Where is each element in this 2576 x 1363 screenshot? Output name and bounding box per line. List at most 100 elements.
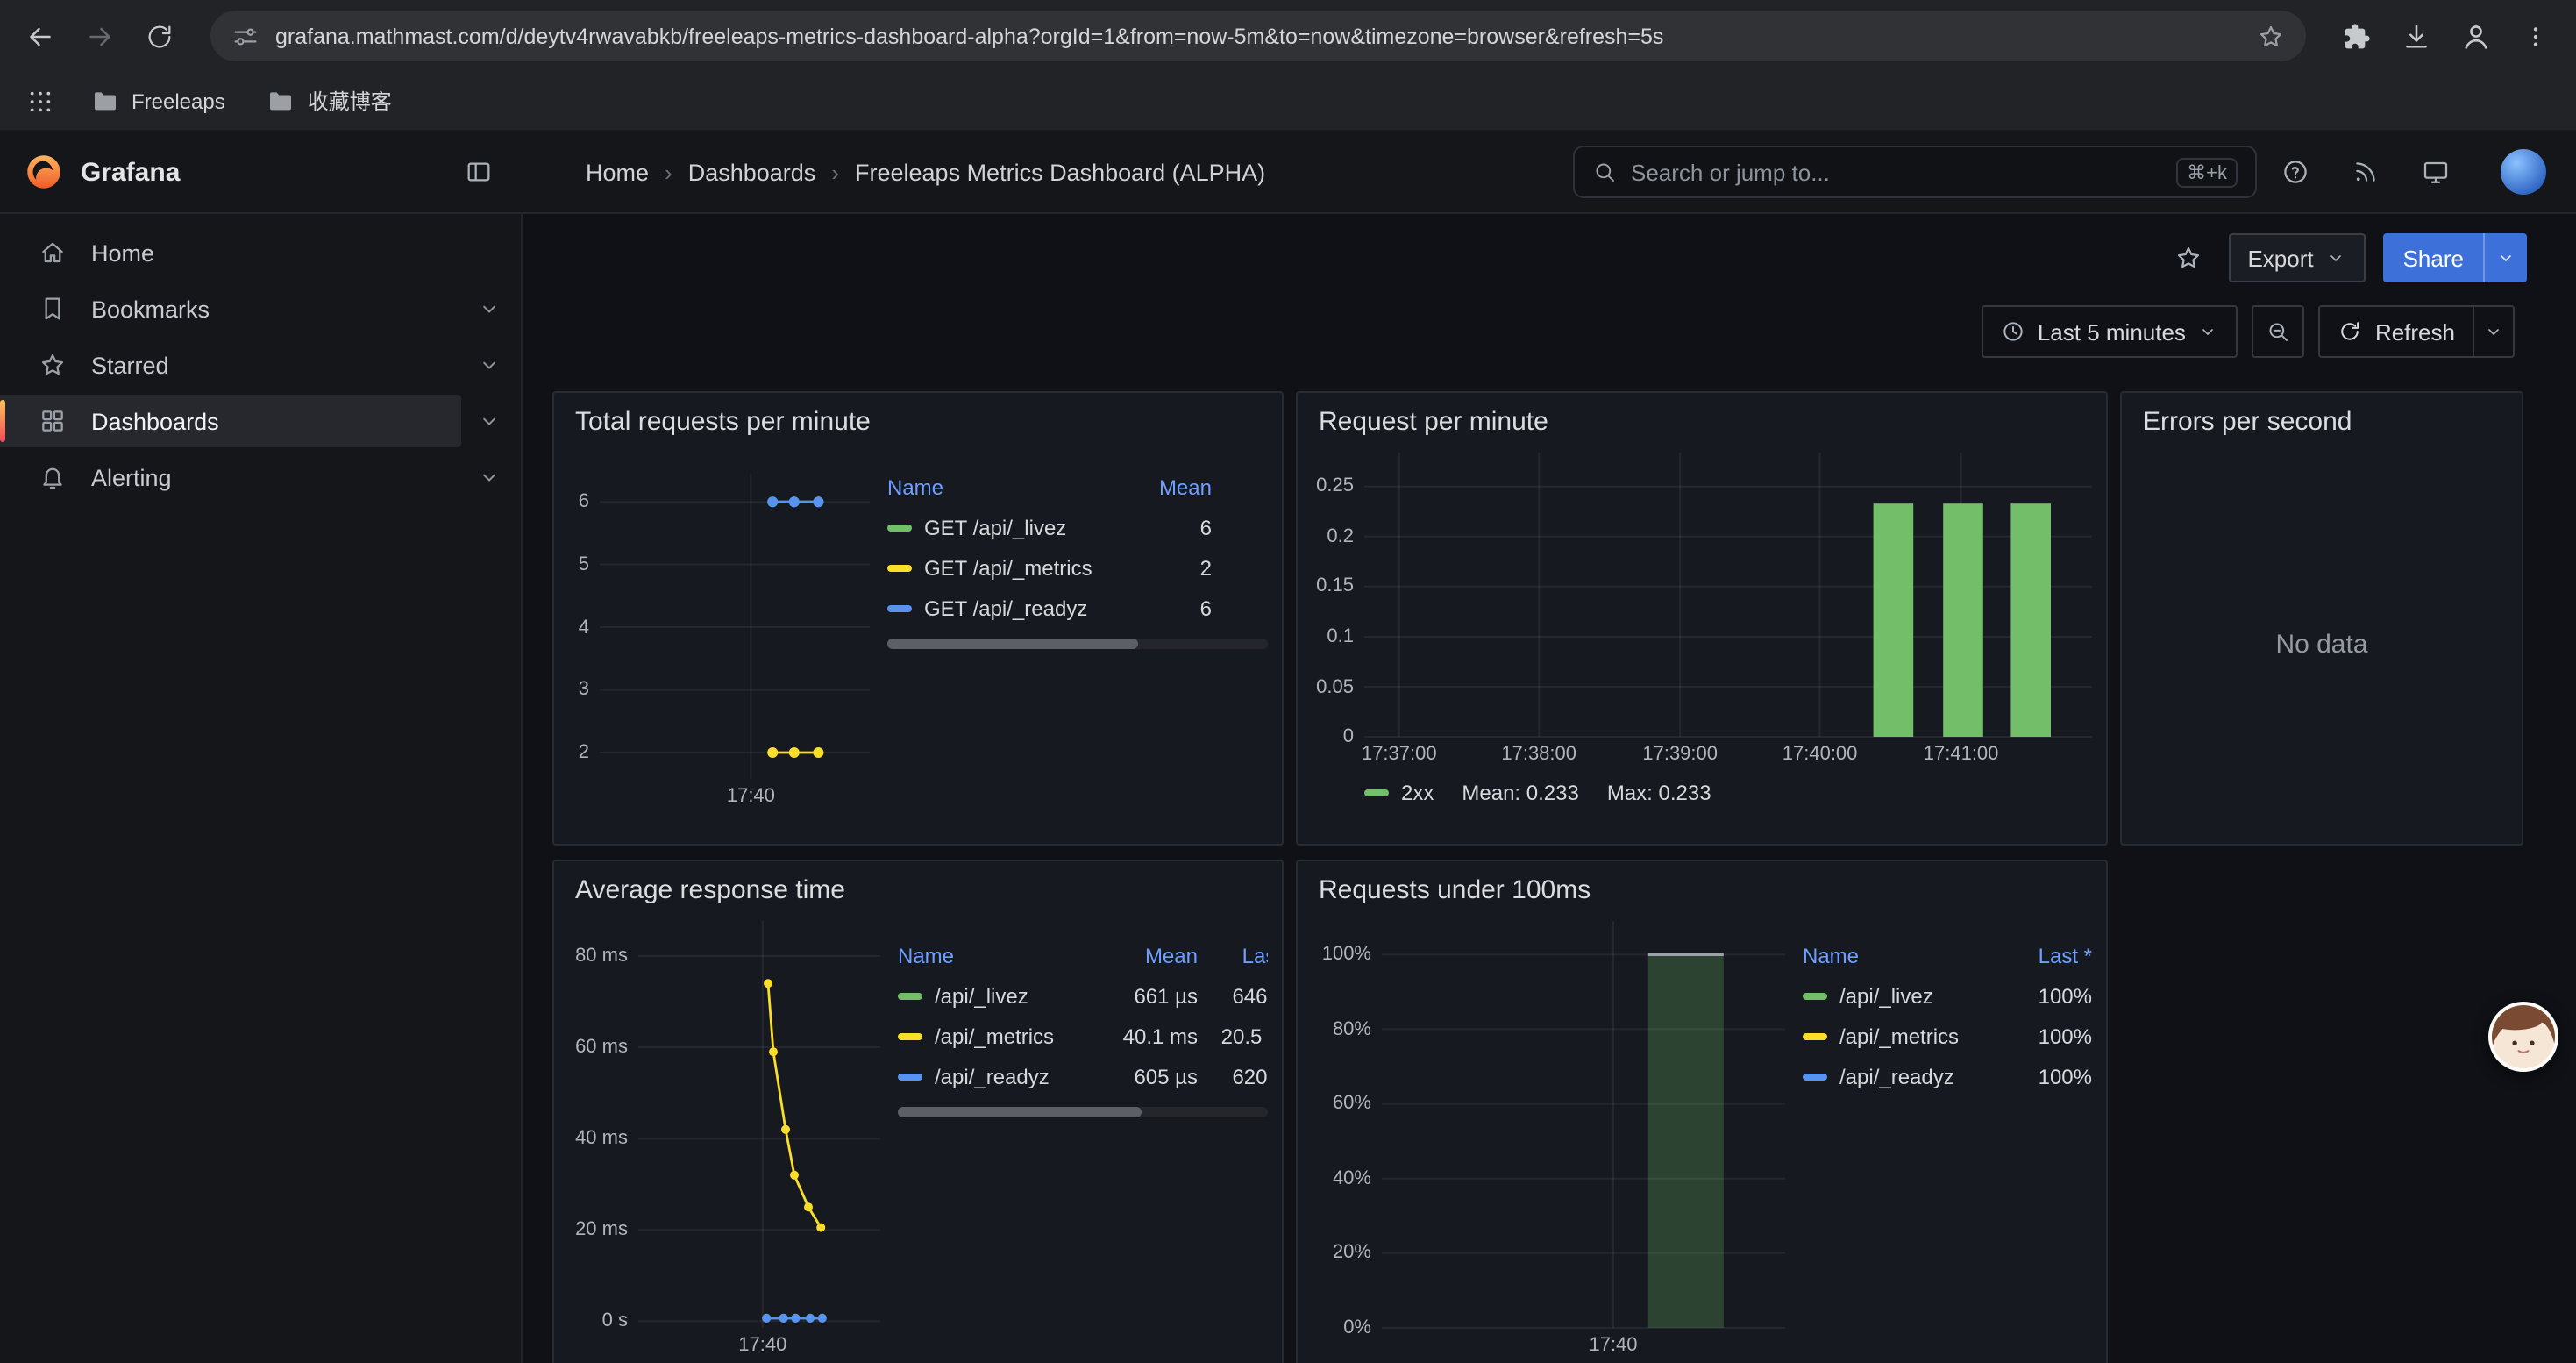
browser-menu-button[interactable] [2509,10,2562,62]
time-range-picker[interactable]: Last 5 minutes [1982,305,2238,358]
forward-button[interactable] [74,10,126,62]
legend-header[interactable]: Name [887,475,1142,499]
extensions-button[interactable] [2330,10,2383,62]
y-axis-tick: 40 ms [568,1126,628,1151]
bookmark-icon [39,295,67,323]
series-name[interactable]: /api/_metrics [935,1024,1054,1048]
display-button[interactable] [2409,146,2462,198]
sidebar-item-bookmarks[interactable]: Bookmarks [0,281,521,337]
export-button[interactable]: Export [2228,233,2366,282]
legend-row[interactable]: GET /api/_readyz6 [887,588,1212,628]
legend-row[interactable]: /api/_readyz100% [1803,1056,2092,1096]
reload-button[interactable] [133,10,186,62]
scrollbar-thumb[interactable] [898,1107,1142,1117]
share-menu-button[interactable] [2483,233,2527,282]
breadcrumb-dashboards[interactable]: Dashboards [688,159,816,185]
refresh-button[interactable]: Refresh [2319,305,2515,358]
bookmarks-bar: Freeleaps 收藏博客 [0,72,2576,132]
legend-row[interactable]: /api/_livez100% [1803,975,2092,1016]
legend-header[interactable]: Name [1803,943,2008,967]
bookmark-label: 收藏博客 [308,86,392,116]
sidebar-toggle-button[interactable] [452,146,505,198]
legend-header[interactable]: Mean [1142,475,1212,499]
panel-title[interactable]: Request per minute [1298,393,2106,453]
favorite-dashboard-button[interactable] [2165,235,2210,281]
sidebar-item-label: Home [91,239,154,266]
export-label: Export [2247,245,2313,271]
y-axis-tick: 80% [1312,1017,1371,1041]
legend-inline[interactable]: 2xx Mean: 0.233 Max: 0.233 [1312,781,2092,805]
search-placeholder: Search or jump to... [1631,159,2162,185]
legend-header[interactable]: Last * [1198,943,1268,967]
profile-button[interactable] [2450,10,2502,62]
bookmark-star-icon[interactable] [2257,22,2285,50]
legend-row[interactable]: /api/_metrics100% [1803,1016,2092,1056]
chevron-down-icon[interactable] [477,409,502,433]
chevron-down-icon[interactable] [477,465,502,489]
series-name[interactable]: /api/_metrics [1839,1024,1959,1048]
legend-row[interactable]: GET /api/_metrics2 [887,547,1212,588]
legend-header[interactable]: Last * [2008,943,2092,967]
series-name[interactable]: /api/_livez [935,983,1028,1008]
sidebar-item-starred[interactable]: Starred [0,337,521,393]
search-box[interactable]: Search or jump to... ⌘+k [1573,146,2257,198]
bookmark-folder-freeleaps[interactable]: Freeleaps [77,78,239,124]
sidebar-item-alerting[interactable]: Alerting [0,449,521,505]
series-name[interactable]: /api/_readyz [935,1064,1050,1088]
panel-title[interactable]: Total requests per minute [554,393,1282,453]
panel-title[interactable]: Requests under 100ms [1298,861,2106,921]
legend-row[interactable]: /api/_livez661 µs646 µs [898,975,1268,1016]
series-max: Max: 0.233 [1607,781,1711,805]
chevron-down-icon [2326,247,2347,268]
zoom-out-button[interactable] [2252,305,2305,358]
dashboards-grid-icon [39,407,67,435]
breadcrumb-home[interactable]: Home [586,159,649,185]
grafana-logo[interactable] [25,153,63,191]
site-settings-icon[interactable] [231,22,260,50]
sidebar-item-dashboards[interactable]: Dashboards [0,393,521,449]
legend-header[interactable]: Name [898,943,1117,967]
y-axis-tick: 20 ms [568,1217,628,1242]
bar-chart[interactable]: 0.250.20.150.10.05017:37:0017:38:0017:39… [1312,453,2092,772]
legend-row[interactable]: /api/_readyz605 µs620 µs [898,1056,1268,1096]
downloads-button[interactable] [2390,10,2443,62]
help-button[interactable] [2269,146,2322,198]
floating-avatar-widget[interactable] [2488,1002,2558,1072]
scrollbar-thumb[interactable] [887,639,1138,649]
series-name[interactable]: /api/_livez [1839,983,1933,1008]
series-name[interactable]: GET /api/_metrics [924,555,1092,580]
url-bar[interactable]: grafana.mathmast.com/d/deytv4rwavabkb/fr… [210,11,2306,61]
series-name[interactable]: /api/_readyz [1839,1064,1954,1088]
series-name[interactable]: 2xx [1401,781,1434,805]
series-name[interactable]: GET /api/_livez [924,515,1066,539]
bar-chart[interactable]: 100%80%60%40%20%0%17:40 [1312,921,1785,1363]
legend-scrollbar[interactable] [898,1107,1268,1117]
sidebar-item-home[interactable]: Home [0,225,521,281]
x-axis-tick: 17:40 [738,1335,786,1356]
panel-title[interactable]: Average response time [554,861,1282,921]
series-mean: Mean: 0.233 [1462,781,1578,805]
back-button[interactable] [14,10,67,62]
y-axis-tick: 6 [568,489,589,514]
y-axis-tick: 4 [568,615,589,639]
legend-table: NameMeanLast * /api/_livez661 µs646 µs/ap… [898,935,1268,1363]
folder-icon [267,87,295,115]
panel-title[interactable]: Errors per second [2122,393,2522,453]
series-color-chip [1803,1032,1827,1039]
timeseries-chart[interactable]: 80 ms60 ms40 ms20 ms0 s17:40 [568,921,880,1363]
user-avatar[interactable] [2501,149,2546,195]
legend-scrollbar[interactable] [887,639,1268,649]
news-button[interactable] [2339,146,2392,198]
bookmark-folder-blog[interactable]: 收藏博客 [253,78,406,124]
legend-header[interactable]: Mean [1117,943,1198,967]
sidebar-item-label: Starred [91,352,169,378]
apps-grid-button[interactable] [18,78,63,124]
timeseries-chart[interactable]: 6543217:40 [568,474,870,810]
legend-row[interactable]: GET /api/_livez6 [887,507,1212,547]
share-button[interactable]: Share [2384,233,2527,282]
chevron-down-icon[interactable] [477,296,502,321]
legend-row[interactable]: /api/_metrics40.1 ms20.5 ms [898,1016,1268,1056]
chevron-down-icon[interactable] [477,353,502,377]
series-name[interactable]: GET /api/_readyz [924,596,1087,620]
refresh-interval-button[interactable] [2473,307,2513,356]
